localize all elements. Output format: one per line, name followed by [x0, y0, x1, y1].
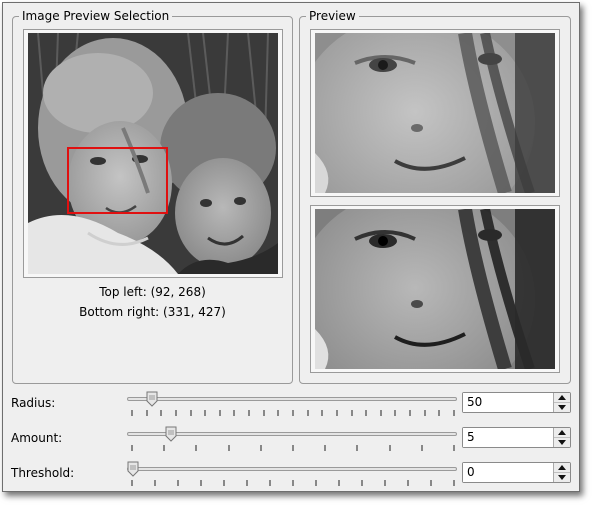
slider-handle-icon[interactable] [165, 426, 177, 442]
radius-spinbox[interactable] [462, 392, 571, 413]
preview-sharpened-photo [315, 209, 555, 369]
threshold-slider[interactable] [127, 467, 457, 471]
arrow-up-icon[interactable] [554, 463, 570, 473]
slider-handle-icon[interactable] [146, 391, 158, 407]
selection-photo[interactable] [28, 33, 278, 274]
arrow-down-icon[interactable] [554, 438, 570, 447]
arrow-up-icon[interactable] [554, 393, 570, 403]
radius-spin-buttons [553, 393, 570, 412]
amount-spin-buttons [553, 428, 570, 447]
amount-ticks [131, 445, 455, 451]
preview-sharpened-frame [310, 205, 560, 373]
slider-handle-icon[interactable] [127, 461, 139, 477]
image-preview-selection-group: Image Preview Selection Top left: (92, 2… [12, 8, 293, 384]
bottom-right-coordinates: Bottom right: (331, 427) [79, 305, 226, 319]
preview-original-photo [315, 33, 555, 193]
amount-input[interactable] [463, 428, 553, 447]
preview-title: Preview [306, 8, 359, 24]
radius-ticks [131, 410, 455, 416]
selection-image-frame[interactable] [23, 29, 283, 278]
threshold-input[interactable] [463, 463, 553, 482]
radius-slider[interactable] [127, 397, 457, 401]
top-left-coordinates: Top left: (92, 268) [99, 285, 206, 299]
threshold-spinbox[interactable] [462, 462, 571, 483]
threshold-spin-buttons [553, 463, 570, 482]
preview-original-frame [310, 29, 560, 197]
sharpen-dialog: Image Preview Selection Top left: (92, 2… [2, 2, 580, 492]
preview-group: Preview [299, 8, 571, 384]
arrow-up-icon[interactable] [554, 428, 570, 438]
amount-spinbox[interactable] [462, 427, 571, 448]
amount-label: Amount: [11, 431, 63, 445]
threshold-label: Threshold: [11, 466, 75, 480]
radius-label: Radius: [11, 396, 56, 410]
threshold-ticks [131, 480, 455, 486]
arrow-down-icon[interactable] [554, 473, 570, 482]
image-preview-selection-title: Image Preview Selection [19, 8, 173, 24]
radius-input[interactable] [463, 393, 553, 412]
arrow-down-icon[interactable] [554, 403, 570, 412]
